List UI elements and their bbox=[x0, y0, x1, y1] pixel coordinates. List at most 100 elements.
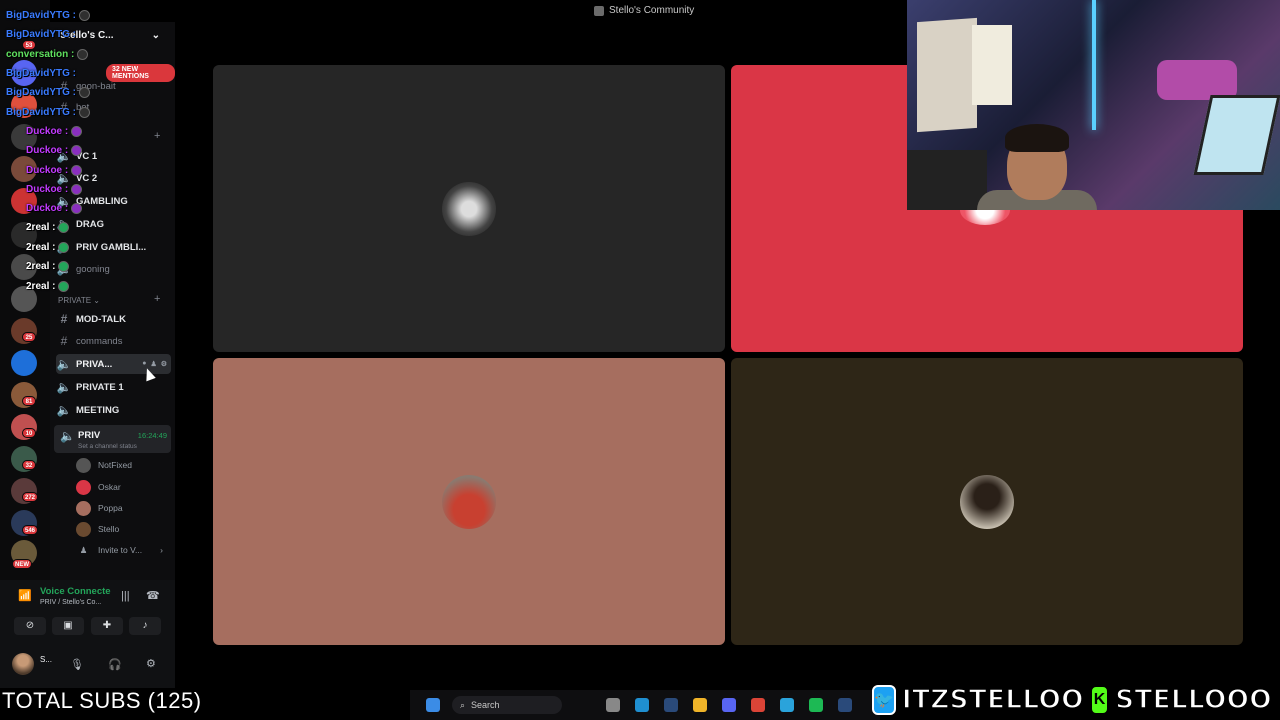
server-name: Stello's C... bbox=[60, 30, 114, 41]
speaker-icon: 🔈 bbox=[56, 149, 72, 163]
avatar bbox=[76, 500, 91, 516]
server-icon[interactable] bbox=[11, 222, 37, 248]
add-channel-icon[interactable]: + bbox=[154, 293, 160, 305]
edge-icon[interactable] bbox=[635, 698, 649, 712]
window-title-text: Stello's Community bbox=[609, 5, 695, 16]
webcam-feed bbox=[907, 0, 1280, 210]
neon-light bbox=[1092, 0, 1096, 130]
channel-gambling[interactable]: 🔈 GAMBLING bbox=[56, 191, 171, 211]
server-mention-badge: 10 bbox=[22, 428, 36, 438]
folder-icon[interactable] bbox=[693, 698, 707, 712]
steam-icon[interactable] bbox=[838, 698, 852, 712]
screen-share-button[interactable]: ▣ bbox=[52, 617, 84, 635]
channel-priv-gambling[interactable]: 🔈 PRIV GAMBLI... bbox=[56, 237, 171, 257]
channel-vc-1[interactable]: 🔈 VC 1 bbox=[56, 146, 171, 166]
server-icon[interactable] bbox=[11, 188, 37, 214]
twitter-icon: 🐦 bbox=[872, 685, 896, 715]
hash-icon: # bbox=[60, 334, 68, 348]
server-mention-badge: 81 bbox=[22, 396, 36, 406]
spotify-icon[interactable] bbox=[809, 698, 823, 712]
gear-icon[interactable]: ⚙ bbox=[146, 657, 156, 670]
voice-member[interactable]: Poppa bbox=[76, 499, 123, 517]
soundboard-button[interactable]: ♪ bbox=[129, 617, 161, 635]
channel-priv-connected[interactable]: 🔈 PRIV 16:24:49 Set a channel status bbox=[54, 425, 171, 453]
search-icon: ⌕ bbox=[460, 699, 466, 710]
add-channel-icon[interactable]: + bbox=[154, 130, 160, 142]
streamer-hair bbox=[1005, 124, 1069, 152]
speaker-icon: 🔈 bbox=[60, 429, 75, 443]
voice-timer: 16:24:49 bbox=[137, 431, 167, 440]
channel-commands[interactable]: # commands bbox=[56, 331, 171, 351]
voice-member[interactable]: Oskar bbox=[76, 478, 121, 496]
speaker-icon: 🔈 bbox=[56, 403, 72, 417]
video-tile[interactable] bbox=[213, 358, 725, 645]
channel-mod-talk[interactable]: # MOD-TALK bbox=[56, 309, 171, 329]
user-name: S... bbox=[40, 655, 53, 664]
new-badge: NEW bbox=[12, 559, 32, 569]
voice-connection-panel: 📶 Voice Connecte PRIV / Stello's Co... |… bbox=[0, 580, 175, 688]
server-mention-badge: 272 bbox=[22, 492, 39, 502]
channel-bot[interactable]: # bot bbox=[56, 97, 171, 117]
voice-member[interactable]: Stello bbox=[76, 520, 119, 538]
hash-icon: # bbox=[60, 312, 68, 326]
channel-vc-2[interactable]: 🔈 VC 2 bbox=[56, 168, 171, 188]
monitor bbox=[1193, 95, 1280, 175]
video-tile[interactable] bbox=[731, 358, 1243, 645]
wall-poster bbox=[972, 25, 1012, 105]
server-mention-badge: 32 bbox=[22, 460, 36, 470]
speaker-icon: 🔈 bbox=[56, 357, 72, 371]
twitter-handle: ITZSTELLOO bbox=[901, 684, 1084, 716]
server-icon[interactable] bbox=[11, 350, 37, 376]
set-channel-status[interactable]: Set a channel status bbox=[78, 443, 137, 450]
total-subs-overlay: TOTAL SUBS (125) bbox=[2, 688, 202, 713]
chrome-icon[interactable] bbox=[751, 698, 765, 712]
windows-start-icon[interactable] bbox=[426, 698, 440, 712]
channel-private[interactable]: 🔈 PRIVA... ● ♟ ⚙ bbox=[56, 354, 171, 374]
camera-button[interactable]: ⊘ bbox=[14, 617, 46, 635]
telegram-icon[interactable] bbox=[780, 698, 794, 712]
channel-private-1[interactable]: 🔈 PRIVATE 1 bbox=[56, 377, 171, 397]
chat-bubble-icon[interactable]: ● bbox=[142, 360, 146, 368]
signal-icon: 📶 bbox=[18, 590, 32, 602]
channel-meeting[interactable]: 🔈 MEETING bbox=[56, 400, 171, 420]
activities-button[interactable]: ✚ bbox=[91, 617, 123, 635]
server-icon[interactable] bbox=[11, 254, 37, 280]
server-mention-badge: 546 bbox=[22, 525, 39, 535]
server-icon[interactable] bbox=[11, 286, 37, 312]
windows-taskbar: ⌕ Search bbox=[410, 690, 880, 720]
category-private[interactable]: PRIVATE ⌄ bbox=[58, 296, 100, 305]
gear-icon[interactable]: ⚙ bbox=[161, 360, 167, 368]
taskbar-search[interactable]: ⌕ Search bbox=[452, 696, 562, 714]
avatar bbox=[442, 182, 496, 236]
wall-poster bbox=[917, 17, 977, 133]
video-tile[interactable] bbox=[213, 65, 725, 352]
disconnect-icon[interactable]: ☎ bbox=[146, 589, 160, 602]
voice-channel-path[interactable]: PRIV / Stello's Co... bbox=[40, 599, 101, 606]
discord-home-icon[interactable] bbox=[11, 60, 37, 86]
hash-icon: # bbox=[60, 79, 68, 93]
channel-drag[interactable]: 🔈 DRAG bbox=[56, 214, 171, 234]
channel-gooning[interactable]: 🔈 gooning bbox=[56, 259, 171, 279]
steam-icon[interactable] bbox=[664, 698, 678, 712]
voice-connected-label[interactable]: Voice Connecte bbox=[40, 586, 111, 597]
voice-member[interactable]: NotFixed bbox=[76, 456, 132, 474]
kick-icon: K bbox=[1089, 685, 1110, 715]
discord-icon[interactable] bbox=[722, 698, 736, 712]
channel-goon-bait[interactable]: # goon-bait bbox=[56, 76, 171, 96]
server-icon[interactable] bbox=[11, 124, 37, 150]
invite-to-voice[interactable]: ♟ Invite to V... › bbox=[76, 541, 163, 559]
server-header[interactable]: Stello's C... ⌄ bbox=[60, 30, 160, 41]
server-icon[interactable] bbox=[11, 92, 37, 118]
avatar bbox=[442, 475, 496, 529]
server-mention-badge: 25 bbox=[22, 332, 36, 342]
avatar[interactable] bbox=[12, 653, 34, 675]
microphone-icon[interactable]: 🎙 bbox=[70, 658, 84, 671]
headphones-icon[interactable]: 🎧 bbox=[108, 658, 122, 671]
app-icon[interactable] bbox=[606, 698, 620, 712]
speaker-icon: 🔈 bbox=[56, 240, 72, 254]
avatar bbox=[76, 479, 91, 495]
server-icon[interactable] bbox=[11, 156, 37, 182]
speaker-icon: 🔈 bbox=[56, 217, 72, 231]
speaker-icon: 🔈 bbox=[56, 262, 72, 276]
noise-suppression-icon[interactable]: ||| bbox=[121, 590, 130, 602]
